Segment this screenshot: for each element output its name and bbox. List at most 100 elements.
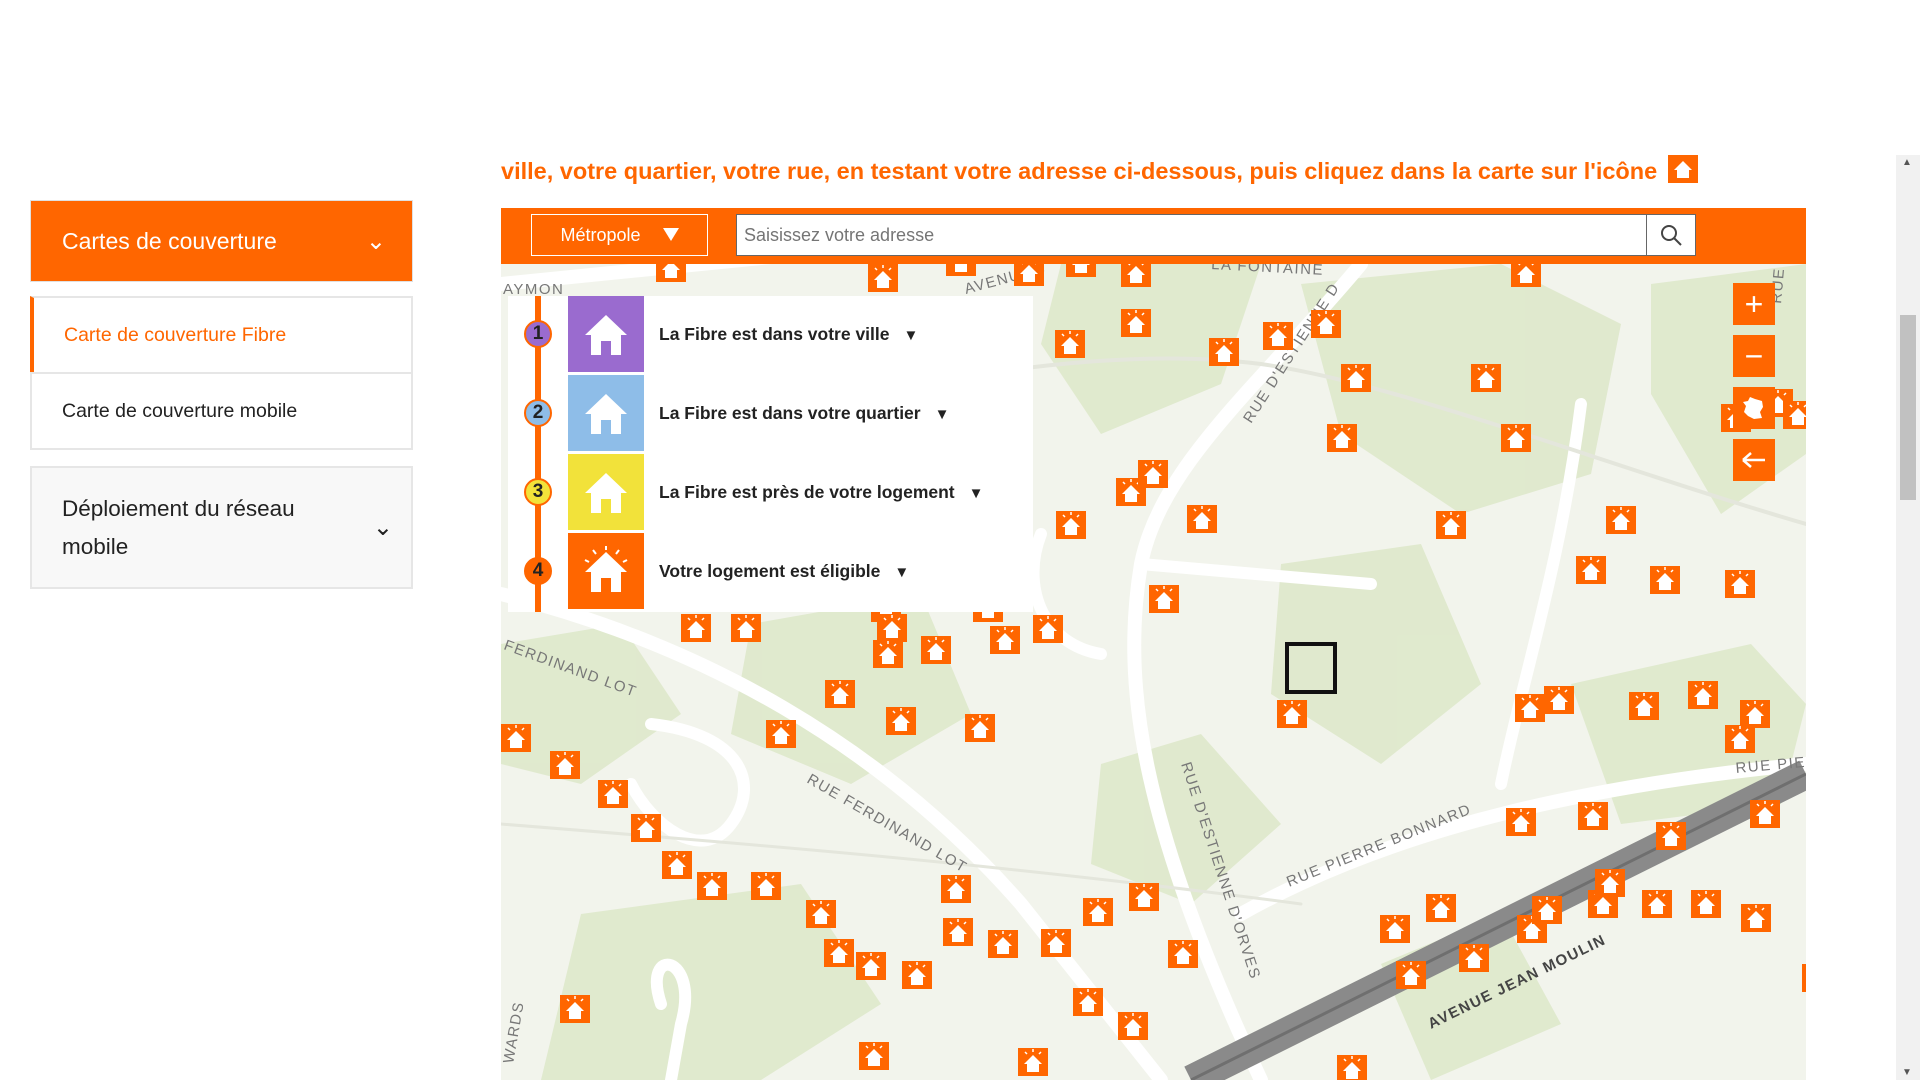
legend-row[interactable]: 4 Votre logement est éligible ▼: [508, 533, 1033, 609]
house-marker-icon[interactable]: [965, 714, 995, 742]
house-marker-icon[interactable]: [1544, 686, 1574, 714]
scroll-down-icon[interactable]: ▼: [1902, 1067, 1912, 1078]
house-marker-icon[interactable]: [1311, 310, 1341, 338]
house-marker-icon[interactable]: [1073, 988, 1103, 1016]
house-marker-icon[interactable]: [1501, 424, 1531, 452]
house-marker-icon[interactable]: [1691, 890, 1721, 918]
house-marker-icon[interactable]: [902, 961, 932, 989]
house-marker-icon[interactable]: [1055, 330, 1085, 358]
house-marker-icon[interactable]: [825, 680, 855, 708]
house-marker-icon[interactable]: [731, 614, 761, 642]
scroll-thumb[interactable]: [1900, 315, 1916, 500]
house-marker-icon[interactable]: [681, 614, 711, 642]
house-marker-icon[interactable]: [886, 707, 916, 735]
house-marker-icon[interactable]: [1066, 264, 1096, 277]
house-marker-icon[interactable]: [1187, 505, 1217, 533]
region-select[interactable]: Métropole: [531, 214, 708, 256]
triangle-down-icon[interactable]: ▼: [969, 485, 984, 502]
house-marker-icon[interactable]: [868, 264, 898, 292]
house-marker-icon[interactable]: [1471, 364, 1501, 392]
legend-row[interactable]: 3 La Fibre est près de votre logement ▼: [508, 454, 1033, 530]
house-marker-icon[interactable]: [697, 872, 727, 900]
triangle-down-icon[interactable]: ▼: [935, 406, 950, 423]
house-marker-icon[interactable]: [1118, 1012, 1148, 1040]
house-marker-icon[interactable]: [1121, 264, 1151, 287]
house-marker-icon[interactable]: [766, 720, 796, 748]
house-marker-icon[interactable]: [1041, 929, 1071, 957]
house-marker-icon[interactable]: [656, 264, 686, 282]
house-marker-icon[interactable]: [598, 780, 628, 808]
house-marker-icon[interactable]: [1033, 615, 1063, 643]
house-marker-icon[interactable]: [501, 724, 531, 752]
house-marker-icon[interactable]: [873, 640, 903, 668]
house-marker-icon[interactable]: [751, 872, 781, 900]
back-button[interactable]: [1733, 439, 1775, 481]
house-marker-icon[interactable]: [1750, 800, 1780, 828]
house-marker-icon[interactable]: [1578, 802, 1608, 830]
house-marker-icon[interactable]: [1606, 506, 1636, 534]
sidebar-item-mobile-map[interactable]: Carte de couverture mobile: [30, 372, 413, 450]
page-scrollbar[interactable]: ▲ ▼: [1896, 155, 1920, 1080]
house-marker-icon[interactable]: [1741, 904, 1771, 932]
house-marker-icon[interactable]: [1515, 694, 1545, 722]
house-marker-icon[interactable]: [1426, 894, 1456, 922]
house-marker-icon[interactable]: [1532, 896, 1562, 924]
house-marker-icon[interactable]: [1802, 964, 1806, 992]
house-marker-icon[interactable]: [1642, 890, 1672, 918]
house-marker-icon[interactable]: [1725, 570, 1755, 598]
house-marker-icon[interactable]: [1083, 898, 1113, 926]
house-marker-icon[interactable]: [1018, 1048, 1048, 1076]
triangle-down-icon[interactable]: ▼: [894, 564, 909, 581]
house-marker-icon[interactable]: [1056, 511, 1086, 539]
house-marker-icon[interactable]: [824, 939, 854, 967]
house-marker-icon[interactable]: [1209, 338, 1239, 366]
house-marker-icon[interactable]: [1595, 869, 1625, 897]
house-marker-icon[interactable]: [1341, 364, 1371, 392]
house-marker-icon[interactable]: [1014, 264, 1044, 286]
house-marker-icon[interactable]: [946, 264, 976, 276]
coverage-maps-menu[interactable]: Cartes de couverture ⌄: [30, 200, 413, 282]
house-marker-icon[interactable]: [856, 952, 886, 980]
house-marker-icon[interactable]: [1576, 556, 1606, 584]
house-marker-icon[interactable]: [1783, 401, 1806, 429]
search-button[interactable]: [1646, 215, 1695, 255]
france-view-button[interactable]: [1733, 387, 1775, 429]
house-marker-icon[interactable]: [1129, 883, 1159, 911]
house-marker-icon[interactable]: [1168, 940, 1198, 968]
house-marker-icon[interactable]: [1263, 322, 1293, 350]
legend-row[interactable]: 1 La Fibre est dans votre ville ▼: [508, 296, 1033, 372]
house-marker-icon[interactable]: [1121, 309, 1151, 337]
house-marker-icon[interactable]: [1327, 424, 1357, 452]
mobile-deployment-menu[interactable]: Déploiement du réseau mobile ⌄: [30, 466, 413, 589]
house-marker-icon[interactable]: [1650, 566, 1680, 594]
sidebar-item-fibre-map[interactable]: Carte de couverture Fibre: [30, 296, 413, 374]
legend-row[interactable]: 2 La Fibre est dans votre quartier ▼: [508, 375, 1033, 451]
house-marker-icon[interactable]: [662, 851, 692, 879]
house-marker-icon[interactable]: [1740, 700, 1770, 728]
house-marker-icon[interactable]: [1436, 511, 1466, 539]
house-marker-icon[interactable]: [1149, 585, 1179, 613]
house-marker-icon[interactable]: [1629, 692, 1659, 720]
zoom-in-button[interactable]: +: [1733, 283, 1775, 325]
house-marker-icon[interactable]: [988, 930, 1018, 958]
house-marker-icon[interactable]: [1459, 944, 1489, 972]
house-marker-icon[interactable]: [1380, 915, 1410, 943]
house-marker-icon[interactable]: [941, 875, 971, 903]
house-marker-icon[interactable]: [1725, 725, 1755, 753]
house-marker-icon[interactable]: [631, 814, 661, 842]
house-marker-icon[interactable]: [859, 1042, 889, 1070]
triangle-down-icon[interactable]: ▼: [904, 327, 919, 344]
scroll-up-icon[interactable]: ▲: [1902, 157, 1912, 168]
house-marker-icon[interactable]: [1396, 961, 1426, 989]
address-input[interactable]: [737, 215, 1646, 255]
house-marker-icon[interactable]: [560, 995, 590, 1023]
house-marker-icon[interactable]: [550, 751, 580, 779]
house-marker-icon[interactable]: [1277, 700, 1307, 728]
house-marker-icon[interactable]: [1656, 822, 1686, 850]
house-marker-icon[interactable]: [1511, 264, 1541, 287]
coverage-map[interactable]: AVENUE J LA FONTAINE RUE D'ESTIENNE D AY…: [501, 264, 1806, 1080]
house-marker-icon[interactable]: [1337, 1055, 1367, 1080]
house-marker-icon[interactable]: [1506, 808, 1536, 836]
house-marker-icon[interactable]: [943, 918, 973, 946]
house-marker-icon[interactable]: [1688, 681, 1718, 709]
